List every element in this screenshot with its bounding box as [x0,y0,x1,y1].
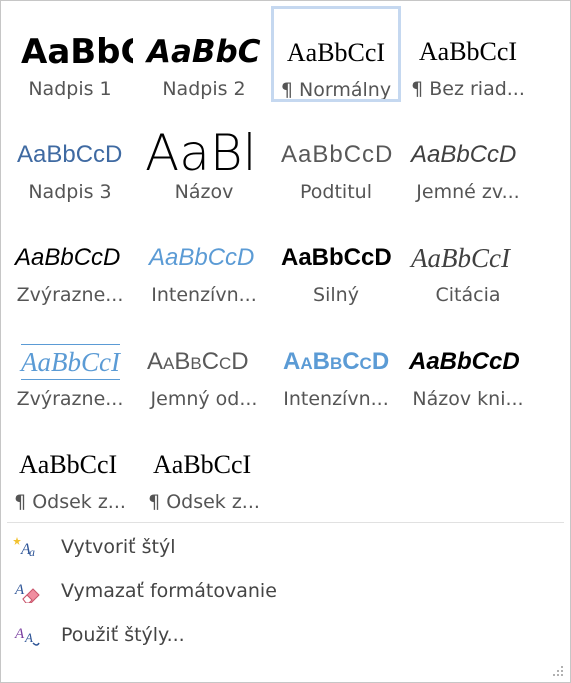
style-sample: AaBbCcD [283,348,390,375]
style-sample: AaBbCcD [147,348,249,375]
style-label: ¶ Bez riad... [411,78,525,100]
style-sample: AaBbCcI [153,450,252,479]
style-tile-nadpis-1[interactable]: AaBbC Nadpis 1 [5,6,135,102]
style-sample: AaBbC [21,32,133,72]
style-tile-intenzivny-odkaz[interactable]: AaBbCcD Intenzívn... [271,316,401,412]
style-tile-nadpis-2[interactable]: AaBbC Nadpis 2 [139,6,269,102]
style-label: Nadpis 2 [162,78,246,100]
style-tile-odsek-zoznamu-2[interactable]: AaBbCcI ¶ Odsek z... [139,419,269,515]
style-tile-odsek-zoznamu-1[interactable]: AaBbCcI ¶ Odsek z... [5,419,135,515]
style-sample: AaBbCcI [286,38,386,67]
style-label: Nadpis 1 [28,78,112,100]
style-sample: AaBbCcD [15,244,121,271]
style-label: Názov kni... [412,388,524,410]
eraser-icon: A [13,579,41,604]
style-label: Nadpis 3 [28,181,112,203]
style-sample: AaBl [145,129,257,181]
style-tile-podtitul[interactable]: AaBbCcD Podtitul [271,109,401,205]
apply-styles-icon: A A [13,623,41,647]
style-label: Jemný od... [150,388,258,410]
style-label: Jemné zv... [416,181,520,203]
resize-grip-icon[interactable] [552,665,564,677]
style-sample: AaBbCcI [418,37,518,66]
style-tile-bez-riadkovania[interactable]: AaBbCcI ¶ Bez riad... [403,6,533,102]
style-sample: AaBbCcI [19,450,118,479]
svg-text:A: A [14,582,25,598]
style-tile-jemne-zvyraznenie[interactable]: AaBbCcD Jemné zv... [403,109,533,205]
style-sample: AaBbCcD [149,244,255,271]
style-label: Podtitul [300,181,372,203]
style-label: ¶ Normálny [280,79,392,101]
style-label: Názov [174,181,234,203]
create-style-label: Vytvoriť štýl [61,536,176,558]
svg-text:a: a [29,545,35,559]
svg-text:A: A [24,630,33,645]
clear-formatting-menu-item[interactable]: A Vymazať formátovanie [7,571,564,611]
style-label: Citácia [435,284,501,306]
style-label: ¶ Odsek z... [148,491,260,513]
style-label: Zvýrazne... [16,388,124,410]
clear-formatting-label: Vymazať formátovanie [61,580,277,602]
style-label: Silný [313,284,359,306]
style-tile-intenzivne-zvyraznenie[interactable]: AaBbCcD Intenzívn... [139,212,269,308]
style-sample: AaBbCcD [17,141,123,168]
new-style-icon: A a [13,535,41,559]
style-tile-citacia[interactable]: AaBbCcI Citácia [403,212,533,308]
style-sample: AaBbCcI [7,336,133,388]
style-sample: AaBbCcD [281,244,392,271]
style-tile-jemny-odkaz[interactable]: AaBbCcD Jemný od... [139,316,269,412]
apply-styles-label: Použiť štýly... [61,624,185,646]
create-style-menu-item[interactable]: A a Vytvoriť štýl [7,527,564,567]
style-tile-zvyraznena-citacia[interactable]: AaBbCcI Zvýrazne... [5,316,135,412]
style-sample: AaBbCcD [409,348,520,375]
style-sample: AaBbCcI [411,243,510,273]
styles-gallery-dropdown: AaBbC Nadpis 1 AaBbC Nadpis 2 AaBbCcI ¶ … [0,0,571,683]
style-label: Zvýrazne... [16,284,124,306]
style-tile-zvyraznenie[interactable]: AaBbCcD Zvýrazne... [5,212,135,308]
apply-styles-menu-item[interactable]: A A Použiť štýly... [7,615,564,655]
style-tile-nadpis-3[interactable]: AaBbCcD Nadpis 3 [5,109,135,205]
style-sample: AaBbCcD [281,141,394,168]
style-tile-nazov-knihy[interactable]: AaBbCcD Názov kni... [403,316,533,412]
style-sample: AaBbC [147,34,261,70]
style-tile-silny[interactable]: AaBbCcD Silný [271,212,401,308]
style-tile-normalny[interactable]: AaBbCcI ¶ Normálny [271,6,401,102]
style-label: Intenzívn... [283,388,389,410]
style-sample: AaBbCcD [411,141,517,168]
style-sample-text: AaBbCcI [21,344,120,380]
styles-gallery: AaBbC Nadpis 1 AaBbC Nadpis 2 AaBbCcI ¶ … [1,1,570,521]
menu-divider [7,522,564,523]
style-tile-nazov[interactable]: AaBl Názov [139,109,269,205]
style-label: Intenzívn... [151,284,257,306]
svg-text:A: A [14,626,25,642]
style-label: ¶ Odsek z... [14,491,126,513]
